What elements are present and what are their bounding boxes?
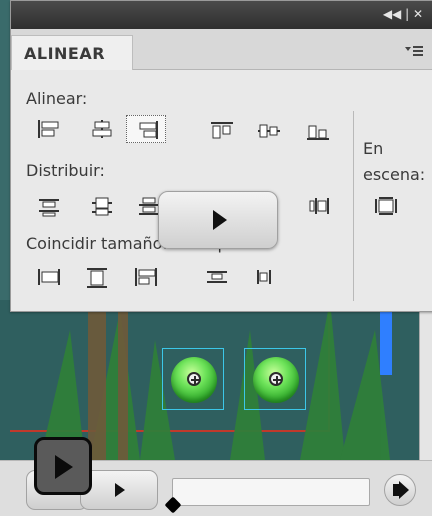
space-horizontal-glyph xyxy=(257,270,271,284)
green-target-2[interactable] xyxy=(244,348,306,410)
align-bottom-edge-icon[interactable] xyxy=(305,120,331,142)
green-target-1-core xyxy=(171,357,217,403)
video-overlay-play-button[interactable] xyxy=(158,191,278,249)
align-vertical-center-icon[interactable] xyxy=(256,120,282,142)
align-left-edge-icon[interactable] xyxy=(36,118,62,140)
align-right-edge-icon xyxy=(139,121,158,139)
panel-tabbar: ALINEAR xyxy=(11,29,432,70)
label-coincidir-tamano: Coincidir tamaño: xyxy=(26,234,168,253)
distribute-vertical-center-glyph xyxy=(92,197,112,216)
align-top-edge-glyph xyxy=(211,122,233,139)
align-right-edge-selected[interactable] xyxy=(126,115,166,143)
match-height-glyph xyxy=(87,268,107,288)
volume-icon xyxy=(393,481,409,499)
distribute-horizontal-right-glyph xyxy=(309,198,329,214)
space-horizontal-icon[interactable] xyxy=(251,266,277,288)
to-stage-icon[interactable] xyxy=(373,195,399,217)
align-bottom-edge-glyph xyxy=(307,125,329,140)
align-horizontal-center-glyph xyxy=(92,120,112,138)
label-en: En xyxy=(363,139,384,158)
match-width-height-glyph xyxy=(135,268,157,286)
match-height-icon[interactable] xyxy=(84,266,110,288)
distribute-horizontal-right-icon[interactable] xyxy=(306,195,332,217)
distribute-vertical-center-icon[interactable] xyxy=(89,195,115,217)
tab-alinear[interactable]: ALINEAR xyxy=(11,35,133,70)
match-width-height-icon[interactable] xyxy=(133,266,159,288)
match-width-icon[interactable] xyxy=(36,266,62,288)
playhead-handle[interactable] xyxy=(164,496,182,514)
align-horizontal-center-icon[interactable] xyxy=(89,118,115,140)
distribute-top-icon[interactable] xyxy=(36,195,62,217)
align-panel: ◀◀ | ✕ ALINEAR Alinear: Distribuir: Coin… xyxy=(10,0,432,312)
green-target-2-core xyxy=(253,357,299,403)
play-icon xyxy=(55,455,73,479)
space-vertical-glyph xyxy=(207,271,227,283)
align-vertical-center-glyph xyxy=(258,124,280,138)
stage-divider xyxy=(353,111,354,301)
label-escena: escena: xyxy=(363,165,426,184)
green-target-1[interactable] xyxy=(162,348,224,410)
player-timeline[interactable] xyxy=(164,478,370,514)
match-width-glyph xyxy=(38,269,60,285)
label-distribuir: Distribuir: xyxy=(26,161,105,180)
distribute-top-glyph xyxy=(39,199,59,217)
plus-circle-icon xyxy=(269,372,283,386)
panel-window-controls[interactable]: ◀◀ | ✕ xyxy=(383,7,423,21)
play-icon xyxy=(115,483,125,497)
panel-titlebar: ◀◀ | ✕ xyxy=(11,1,432,29)
label-alinear: Alinear: xyxy=(26,89,88,108)
menu-icon-glyph xyxy=(405,46,423,56)
volume-button[interactable] xyxy=(384,474,416,506)
menu-icon[interactable] xyxy=(405,45,423,61)
align-top-edge-icon[interactable] xyxy=(209,120,235,142)
align-left-edge-glyph xyxy=(38,120,59,138)
big-play-button[interactable] xyxy=(34,437,92,495)
tab-label: ALINEAR xyxy=(24,44,106,63)
space-vertical-icon[interactable] xyxy=(204,266,230,288)
play-icon xyxy=(213,210,227,230)
plus-circle-icon xyxy=(187,372,201,386)
to-stage-glyph xyxy=(375,197,397,215)
